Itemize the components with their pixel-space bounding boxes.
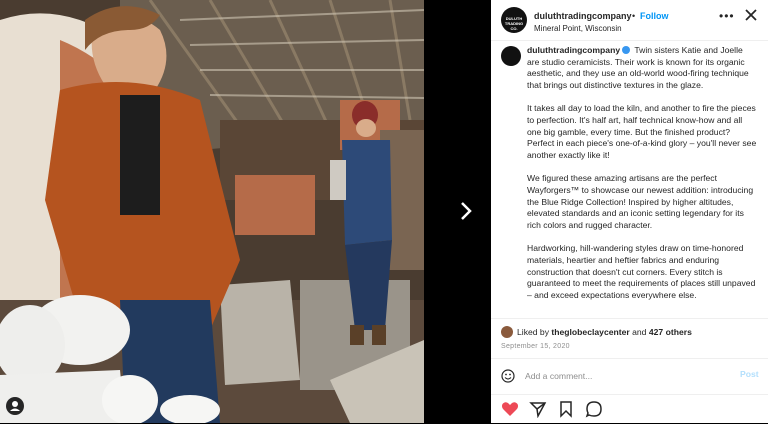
- verified-badge-icon: [622, 46, 631, 54]
- caption-body: duluthtradingcompany Twin sisters Katie …: [527, 45, 757, 313]
- caption-username[interactable]: duluthtradingcompany: [527, 45, 620, 55]
- likes-others-link[interactable]: 427 others: [649, 327, 692, 337]
- header-username[interactable]: duluthtradingcompany: [534, 11, 632, 21]
- caption-avatar[interactable]: [501, 46, 521, 66]
- caption: duluthtradingcompany Twin sisters Katie …: [501, 45, 761, 315]
- more-icon[interactable]: •••: [719, 9, 735, 23]
- caption-paragraph: It takes all day to load the kiln, and a…: [527, 103, 757, 160]
- likes-conjunction: and: [632, 327, 647, 337]
- bookmark-icon[interactable]: [557, 400, 575, 418]
- likes-prefix: Liked by: [517, 327, 550, 337]
- post-header: DULUTH TRADING CO. duluthtradingcompany …: [491, 0, 768, 41]
- location-link[interactable]: Mineral Point, Wisconsin: [534, 24, 622, 33]
- close-icon[interactable]: [744, 8, 758, 22]
- heart-icon[interactable]: [501, 400, 519, 418]
- comment-icon[interactable]: [585, 400, 603, 418]
- caption-paragraph: Hardworking, hill-wandering styles draw …: [527, 243, 756, 300]
- brand-logo-text: DULUTH TRADING CO.: [504, 16, 524, 31]
- caption-paragraph: We figured these amazing artisans are th…: [527, 173, 754, 230]
- kiln-photo-illustration: [0, 0, 424, 423]
- comment-box: Post: [491, 358, 768, 395]
- chevron-right-icon[interactable]: [458, 199, 474, 223]
- liker-avatar[interactable]: [501, 326, 513, 338]
- emoji-icon[interactable]: [501, 369, 515, 383]
- follow-button[interactable]: Follow: [640, 11, 669, 21]
- share-icon[interactable]: [529, 400, 547, 419]
- post-photo[interactable]: [0, 0, 424, 423]
- avatar[interactable]: DULUTH TRADING CO.: [501, 7, 527, 33]
- header-separator: •: [632, 11, 636, 21]
- post-comment-button[interactable]: Post: [740, 369, 759, 379]
- post-details-panel: DULUTH TRADING CO. duluthtradingcompany …: [491, 0, 768, 423]
- comment-input[interactable]: [525, 369, 715, 383]
- likes-summary: Liked by theglobeclaycenter and 427 othe…: [517, 327, 692, 337]
- action-bar: [491, 394, 768, 424]
- liker-username[interactable]: theglobeclaycenter: [551, 327, 629, 337]
- post-date: September 15, 2020: [501, 343, 570, 350]
- likes-section: Liked by theglobeclaycenter and 427 othe…: [491, 318, 768, 359]
- caption-paragraph: duluthtradingcompany Twin sisters Katie …: [527, 45, 757, 91]
- user-tag-icon[interactable]: [6, 397, 24, 415]
